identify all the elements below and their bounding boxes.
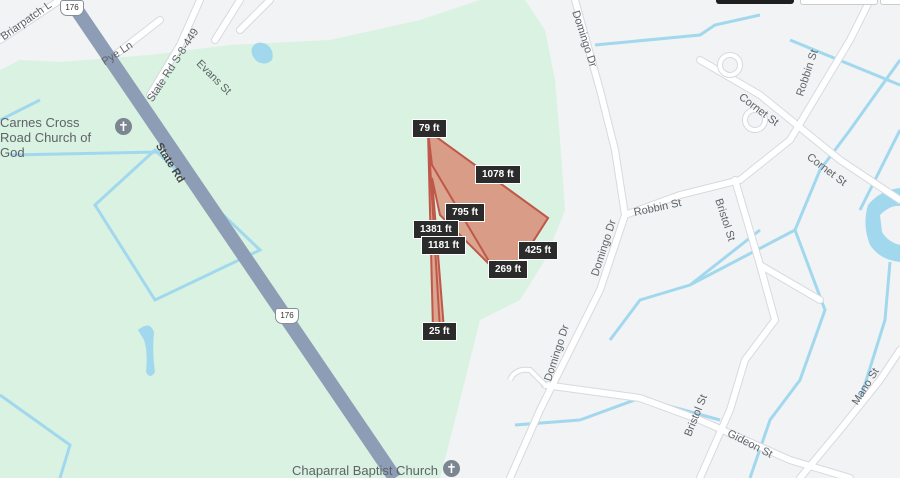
poi-carnes-cross-church-label[interactable]: Carnes Cross Road Church of God — [0, 115, 112, 160]
measure-label-79: 79 ft — [412, 119, 447, 138]
route-shield-top: 176 — [60, 0, 84, 16]
measure-label-1181: 1181 ft — [421, 236, 467, 255]
measure-label-1078: 1078 ft — [475, 165, 521, 184]
map-canvas[interactable]: State Rd State Rd S-8-449 Pye Ln Evans S… — [0, 0, 900, 478]
measure-label-25: 25 ft — [422, 322, 457, 341]
measure-label-269: 269 ft — [488, 260, 529, 279]
map-type-button[interactable] — [716, 0, 794, 4]
map-control-button-2[interactable] — [880, 0, 900, 5]
cross-icon[interactable]: ✝ — [115, 118, 132, 135]
map-control-button[interactable] — [800, 0, 878, 5]
cross-icon[interactable]: ✝ — [443, 460, 460, 477]
measure-label-425: 425 ft — [518, 241, 559, 260]
route-shield-mid: 176 — [275, 308, 299, 324]
poi-chaparral-church-label[interactable]: Chaparral Baptist Church — [292, 463, 438, 478]
